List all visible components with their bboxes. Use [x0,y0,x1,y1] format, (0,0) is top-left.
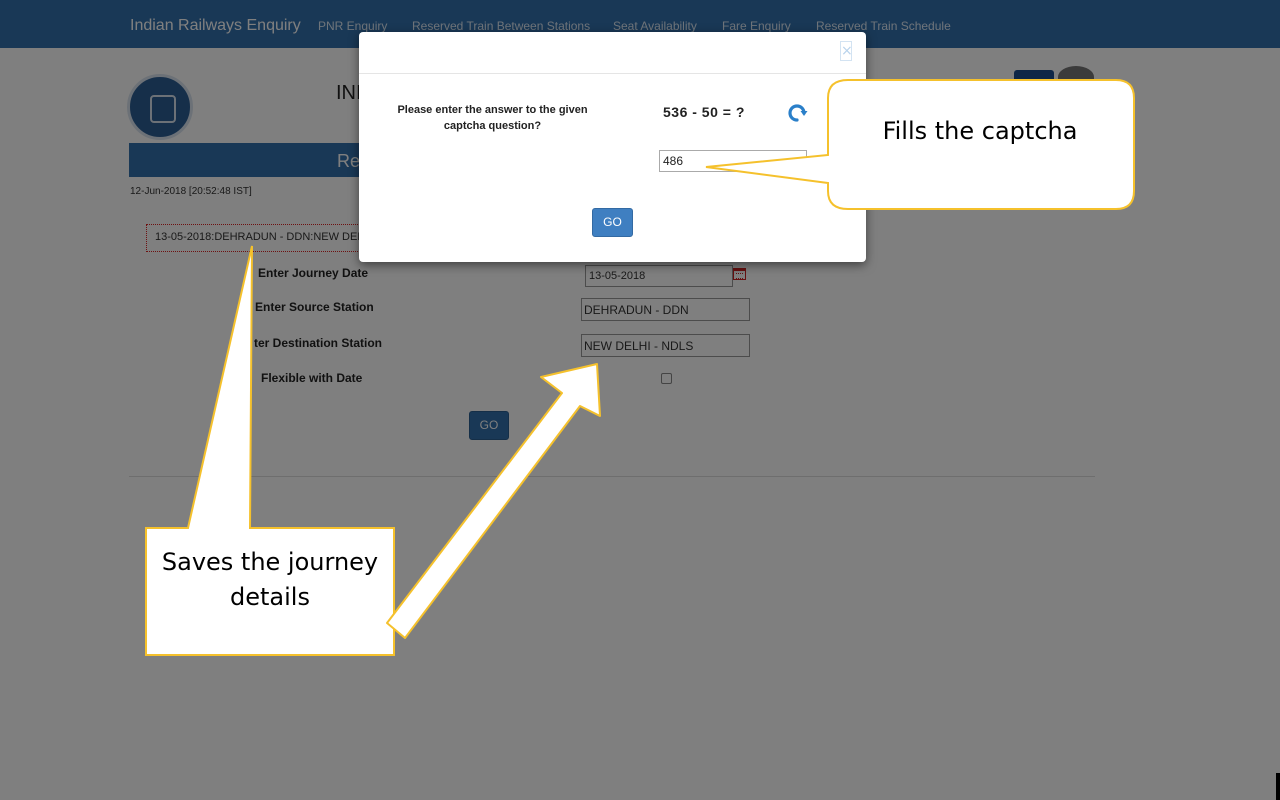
journey-arrow [386,363,601,639]
captcha-callout-text: Fills the captcha [882,117,1078,145]
journey-callout-text: Saves the journey details [161,548,379,611]
